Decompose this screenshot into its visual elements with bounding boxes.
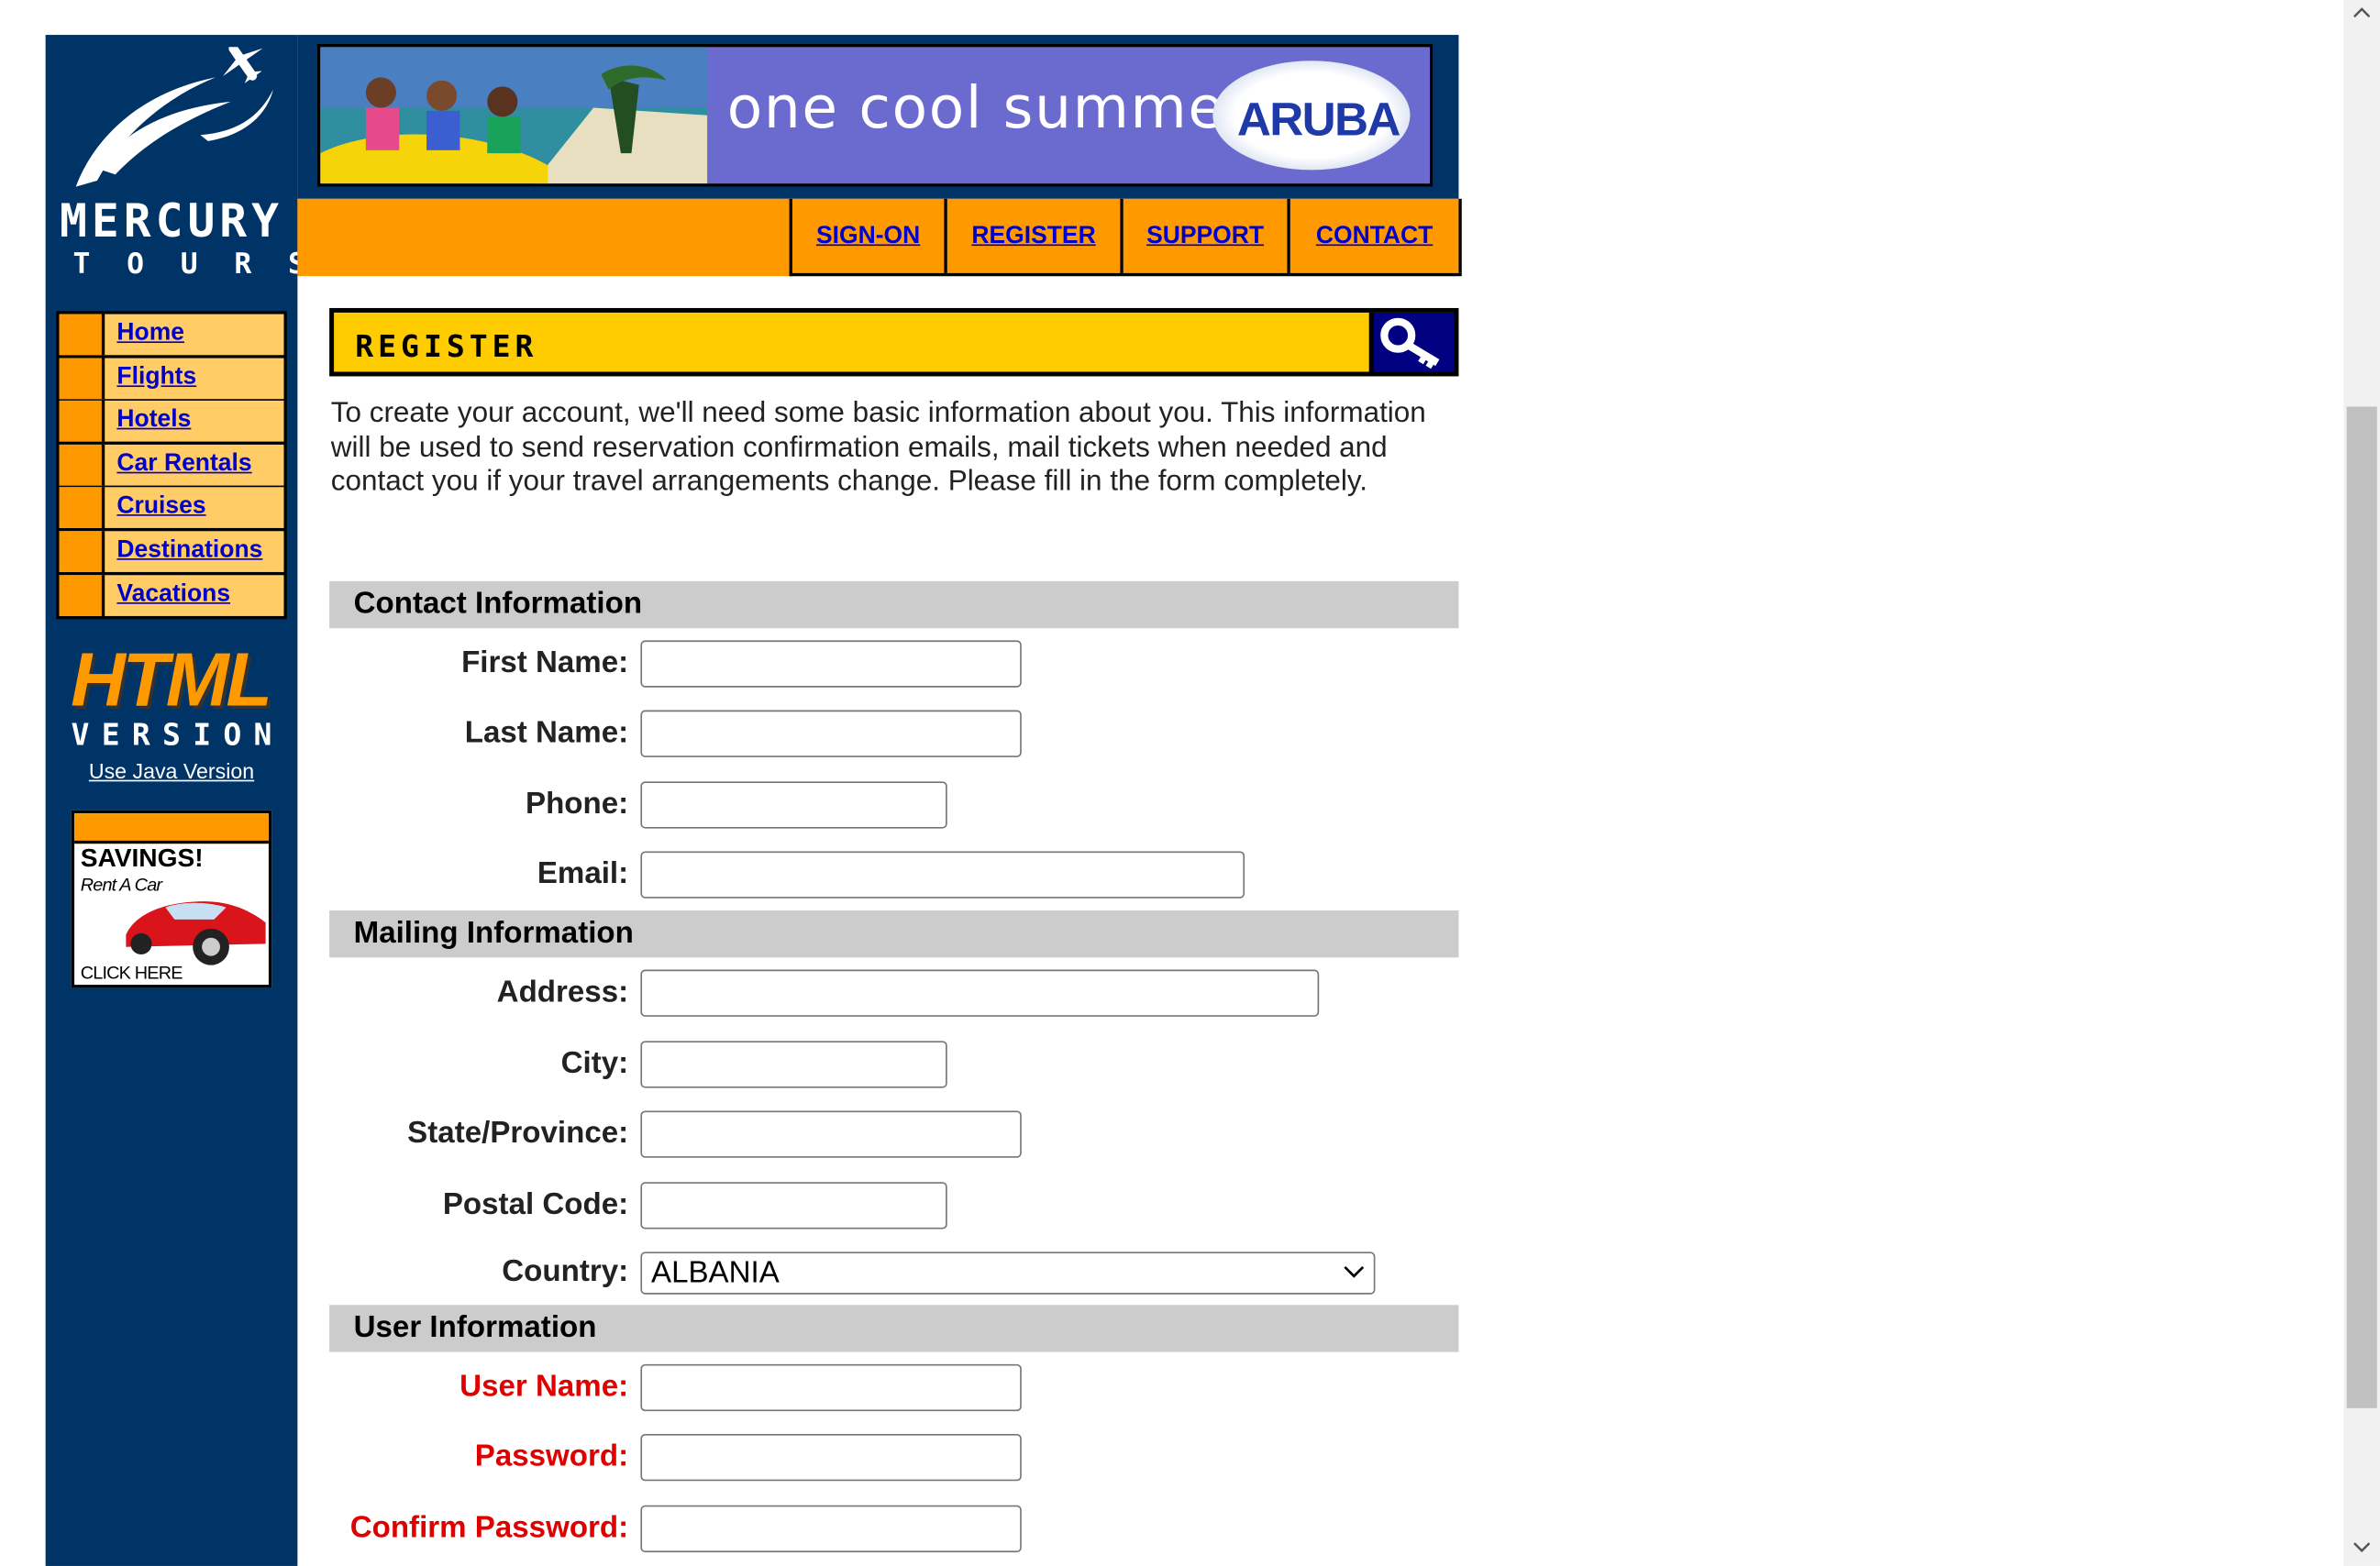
last-name-input[interactable] — [640, 710, 1022, 757]
email-label: Email: — [537, 857, 629, 891]
sidebar-link-flights[interactable]: Flights — [116, 364, 196, 392]
address-input[interactable] — [640, 969, 1320, 1017]
rent-a-car-ad[interactable]: SAVINGS! Rent A Car CLICK HERE — [71, 810, 272, 988]
html-version-label: VERSION — [71, 716, 284, 753]
section-title: User Information — [353, 1310, 597, 1345]
phone-label: Phone: — [525, 787, 629, 822]
nav-bullet — [59, 487, 105, 529]
key-icon — [1380, 317, 1440, 369]
email-input[interactable] — [640, 851, 1245, 899]
state-province-input[interactable] — [640, 1110, 1022, 1158]
confirm-password-input[interactable] — [640, 1505, 1022, 1553]
mercury-logo-icon — [75, 47, 273, 187]
sidebar-link-car-rentals[interactable]: Car Rentals — [116, 450, 251, 478]
scroll-up-arrow-icon[interactable] — [2352, 6, 2371, 18]
first-name-label: First Name: — [461, 646, 629, 680]
password-label: Password: — [474, 1439, 629, 1474]
sidebar-item-destinations: Destinations — [59, 531, 284, 572]
section-title: Mailing Information — [353, 916, 634, 951]
red-car-icon — [126, 901, 266, 965]
nav-bullet — [59, 357, 105, 399]
tab-sign-on[interactable]: SIGN-ON — [792, 198, 947, 273]
beach-photo-icon — [320, 47, 708, 184]
sidebar-link-cruises[interactable]: Cruises — [116, 493, 205, 521]
tab-contact[interactable]: CONTACT — [1290, 198, 1462, 273]
html-version-logo: HTML — [71, 637, 272, 722]
aruba-banner-ad[interactable]: one cool summer ARUBA — [316, 43, 1434, 187]
postal-code-input[interactable] — [640, 1182, 947, 1230]
brand-subtitle: TOURS — [72, 247, 342, 281]
nav-bullet — [59, 401, 105, 442]
vertical-scrollbar[interactable] — [2343, 0, 2380, 1566]
nav-bullet — [59, 531, 105, 572]
country-label: Country: — [502, 1254, 629, 1289]
page-header: REGISTER — [329, 307, 1459, 377]
country-selected-value: ALBANIA — [650, 1256, 780, 1290]
scrollbar-thumb[interactable] — [2346, 406, 2377, 1408]
city-input[interactable] — [640, 1041, 947, 1088]
aruba-logo-text: ARUBA — [1236, 92, 1401, 146]
page-title: REGISTER — [355, 327, 538, 365]
sidebar-link-destinations[interactable]: Destinations — [116, 537, 262, 565]
nav-bullet — [59, 314, 105, 356]
scroll-down-arrow-icon[interactable] — [2352, 1541, 2371, 1553]
sidebar: MERCURY TOURS Home Flights Hotels Car Re… — [45, 35, 342, 1566]
nav-bullet — [59, 574, 105, 616]
postal-code-label: Postal Code: — [442, 1187, 629, 1222]
phone-input[interactable] — [640, 781, 947, 829]
last-name-label: Last Name: — [464, 716, 629, 750]
tab-support[interactable]: SUPPORT — [1124, 198, 1290, 273]
sidebar-item-flights: Flights — [59, 357, 284, 399]
user-name-label: User Name: — [459, 1370, 629, 1404]
sidebar-item-car-rentals: Car Rentals — [59, 444, 284, 486]
sidebar-item-home: Home — [59, 314, 284, 356]
password-input[interactable] — [640, 1433, 1022, 1482]
brand-name: MERCURY — [60, 195, 284, 249]
banner-tagline: one cool summer — [726, 74, 1251, 141]
sidebar-link-hotels[interactable]: Hotels — [116, 407, 191, 435]
country-select[interactable]: ALBANIA — [640, 1252, 1376, 1295]
nav-bullet — [59, 444, 105, 486]
ad-header-bar — [74, 813, 269, 844]
sidebar-item-cruises: Cruises — [59, 487, 284, 529]
address-label: Address: — [496, 976, 629, 1009]
section-title: Contact Information — [353, 587, 643, 621]
sidebar-item-hotels: Hotels — [59, 401, 284, 442]
state-province-label: State/Province: — [407, 1117, 629, 1151]
use-java-version-link[interactable]: Use Java Version — [46, 759, 298, 783]
sidebar-item-vacations: Vacations — [59, 574, 284, 616]
first-name-input[interactable] — [640, 640, 1022, 688]
chevron-down-icon — [1344, 1265, 1365, 1278]
confirm-password-label: Confirm Password: — [349, 1511, 629, 1545]
sidebar-link-vacations[interactable]: Vacations — [116, 580, 230, 608]
section-contact-information: Contact Information — [329, 580, 1459, 629]
ad-title: SAVINGS! — [80, 844, 204, 873]
tab-register[interactable]: REGISTER — [947, 198, 1124, 273]
ad-cta: CLICK HERE — [80, 962, 183, 984]
user-name-input[interactable] — [640, 1363, 1022, 1412]
sidebar-nav: Home Flights Hotels Car Rentals Cruises … — [56, 311, 287, 619]
key-icon-box — [1368, 312, 1455, 372]
sidebar-link-home[interactable]: Home — [116, 320, 184, 347]
top-nav: SIGN-ON REGISTER SUPPORT CONTACT — [789, 198, 1462, 277]
section-user-information: User Information — [329, 1305, 1459, 1352]
city-label: City: — [560, 1046, 629, 1081]
section-mailing-information: Mailing Information — [329, 910, 1459, 958]
intro-text: To create your account, we'll need some … — [330, 397, 1426, 498]
